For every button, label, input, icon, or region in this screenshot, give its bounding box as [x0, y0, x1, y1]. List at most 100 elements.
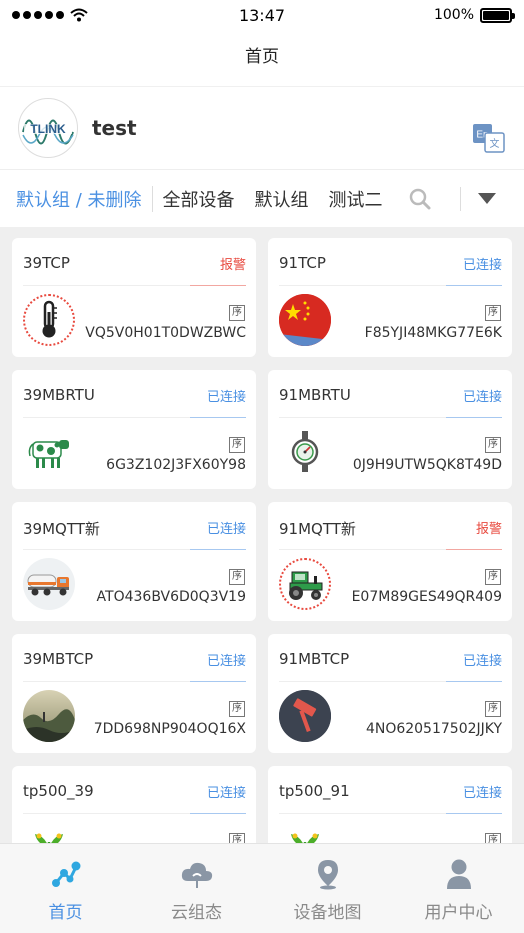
device-name: 39MBTCP [23, 650, 94, 668]
status-underline [190, 285, 246, 286]
company-logo: TLINK [18, 98, 78, 158]
group-tabs: 默认组 / 未删除 全部设备 默认组 测试二 [16, 171, 401, 227]
tab-label: 用户中心 [424, 903, 493, 923]
username: test [92, 116, 137, 140]
status-underline [446, 813, 502, 814]
tab-default-group[interactable]: 默认组 [245, 186, 319, 212]
battery-icon [480, 7, 515, 23]
device-name: tp500_39 [23, 782, 94, 800]
tractor-icon [279, 558, 331, 610]
sequence-badge: 序 [229, 701, 245, 717]
device-card[interactable]: 39MQTT新 已连接 序 ATO436BV6D0Q3V19 [12, 502, 256, 621]
device-name: 91MBRTU [279, 386, 351, 404]
device-serial: 7DD698NP904OQ16X [93, 721, 246, 737]
status-underline [190, 813, 246, 814]
battery-percent: 100% [433, 7, 474, 23]
tab-label: 设备地图 [293, 903, 362, 923]
svg-text:文: 文 [490, 137, 500, 150]
sequence-badge: 序 [485, 833, 501, 843]
device-card[interactable]: 91MBRTU 已连接 序 0J9H9UTW5QK8T49D [268, 370, 512, 489]
device-name: 91MQTT新 [279, 520, 356, 538]
device-status: 已连接 [206, 390, 246, 405]
device-serial: 4NO620517502JJKY [365, 721, 502, 737]
device-status: 已连接 [462, 786, 502, 801]
plant-icon [279, 822, 331, 843]
sequence-badge: 序 [485, 701, 501, 717]
status-underline [190, 549, 246, 550]
device-status: 已连接 [206, 522, 246, 537]
device-status: 已连接 [206, 654, 246, 669]
tab-device-map[interactable]: 设备地图 [262, 844, 393, 933]
device-status: 已连接 [206, 786, 246, 801]
device-serial: ATO436BV6D0Q3V19 [96, 589, 246, 605]
device-serial: 0J9H9UTW5QK8T49D [352, 457, 502, 473]
search-icon[interactable] [408, 187, 432, 215]
sequence-badge: 序 [229, 437, 245, 453]
language-switch-icon[interactable]: En 文 [472, 121, 506, 159]
device-status: 已连接 [462, 654, 502, 669]
pressure-gauge-icon [279, 426, 331, 478]
sequence-badge: 序 [485, 305, 501, 321]
tab-label: 云组态 [171, 903, 222, 923]
device-name: 39TCP [23, 254, 70, 272]
device-status: 已连接 [462, 390, 502, 405]
svg-text:TLINK: TLINK [30, 122, 66, 136]
device-card[interactable]: 39TCP 报警 序 VQ5V0H01T0DWZBWC [12, 238, 256, 357]
page-title: 首页 [245, 46, 279, 67]
cow-icon [23, 426, 75, 478]
status-bar: 13:47 100% [0, 0, 524, 30]
device-status: 报警 [219, 258, 246, 273]
map-pin-icon [315, 858, 341, 890]
tab-home[interactable]: 首页 [0, 844, 131, 933]
device-serial: E07M89GES49QR409 [351, 589, 502, 605]
device-card[interactable]: 91TCP 已连接 序 F85YJI48MKG77E6K [268, 238, 512, 357]
status-underline [446, 681, 502, 682]
sequence-badge: 序 [229, 569, 245, 585]
status-underline [446, 285, 502, 286]
status-underline [446, 549, 502, 550]
signal-area [12, 8, 88, 22]
china-flag-icon [279, 294, 331, 346]
device-card[interactable]: 91MBTCP 已连接 序 4NO620517502JJKY [268, 634, 512, 753]
device-list: 39TCP 报警 序 VQ5V0H01T0DWZBWC 91TCP 已连接 序 … [0, 227, 524, 843]
sequence-badge: 序 [229, 833, 245, 843]
divider [460, 187, 461, 211]
tab-cloud-scada[interactable]: 云组态 [131, 844, 262, 933]
wifi-icon [70, 8, 88, 22]
status-underline [190, 681, 246, 682]
tab-default-group-undeleted[interactable]: 默认组 / 未删除 [16, 186, 153, 212]
device-name: 91TCP [279, 254, 326, 272]
home-nodes-icon [50, 858, 82, 890]
device-status: 已连接 [462, 258, 502, 273]
sequence-badge: 序 [485, 569, 501, 585]
thermometer-icon [23, 294, 75, 346]
tanker-truck-icon [23, 558, 75, 610]
cloud-icon [180, 858, 214, 890]
status-underline [190, 417, 246, 418]
status-underline [446, 417, 502, 418]
hammer-icon [279, 690, 331, 742]
device-card[interactable]: 91MQTT新 报警 序 E07M89GES49QR409 [268, 502, 512, 621]
device-serial: 6G3Z102J3FX60Y98 [106, 457, 246, 473]
device-status: 报警 [475, 522, 502, 537]
sequence-badge: 序 [485, 437, 501, 453]
group-dropdown-icon[interactable] [478, 193, 496, 204]
device-card[interactable]: 39MBRTU 已连接 序 6G3Z102J3FX60Y98 [12, 370, 256, 489]
battery-area: 100% [433, 7, 515, 23]
tab-label: 首页 [48, 903, 83, 923]
tab-all-devices[interactable]: 全部设备 [153, 186, 245, 212]
tab-test-group[interactable]: 测试二 [319, 186, 393, 212]
tab-user-center[interactable]: 用户中心 [393, 844, 524, 933]
user-icon [445, 858, 473, 890]
device-serial: F85YJI48MKG77E6K [364, 325, 502, 341]
sequence-badge: 序 [229, 305, 245, 321]
bottom-tab-bar: 首页 云组态 设备地图 用户中心 [0, 843, 524, 933]
device-card[interactable]: 39MBTCP 已连接 序 7DD698NP904OQ16X [12, 634, 256, 753]
device-name: tp500_91 [279, 782, 350, 800]
device-serial: VQ5V0H01T0DWZBWC [85, 325, 246, 341]
signal-strength-icon [12, 11, 64, 19]
plant-icon [23, 822, 75, 843]
device-name: 39MBRTU [23, 386, 95, 404]
device-card[interactable]: tp500_39 已连接 序 [12, 766, 256, 843]
device-card[interactable]: tp500_91 已连接 序 [268, 766, 512, 843]
